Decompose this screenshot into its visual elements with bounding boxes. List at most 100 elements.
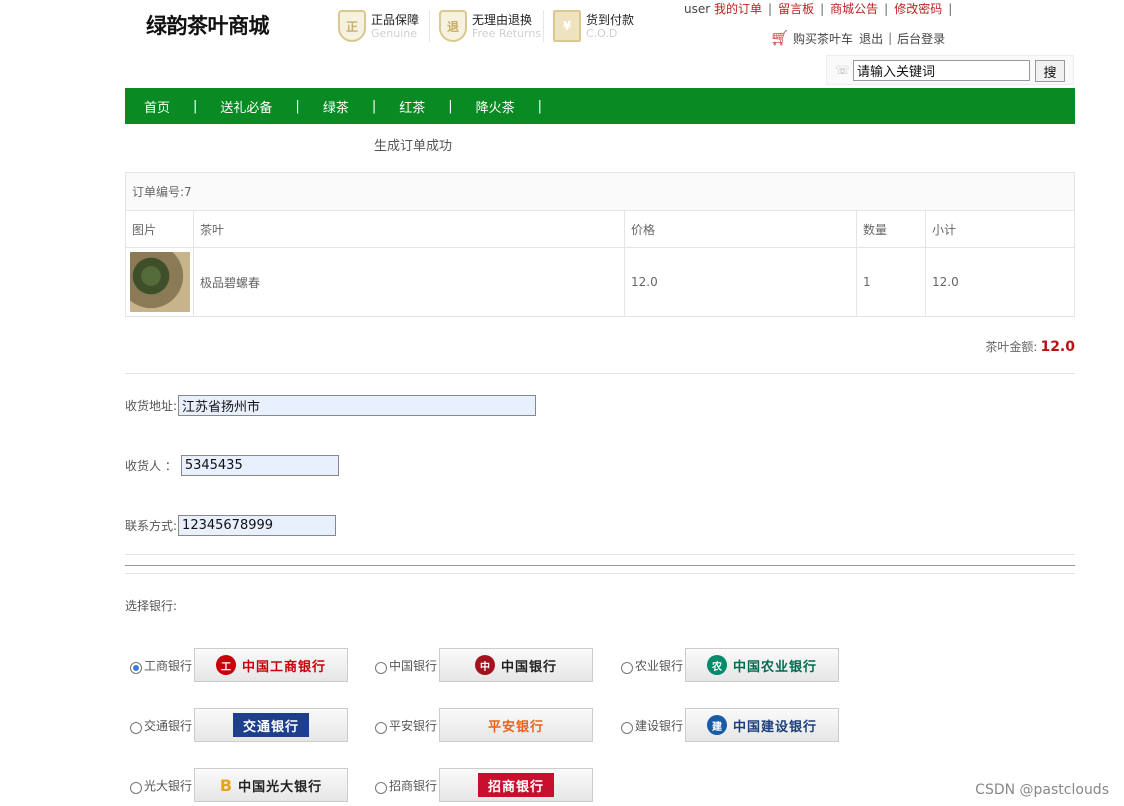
my-orders-link[interactable]: 我的订单 [714,2,762,16]
col-tea: 茶叶 [193,210,625,248]
order-total: 茶叶金额: 12.0 [985,338,1075,355]
bank-name: 中国银行 [389,658,438,673]
product-image[interactable] [130,252,190,312]
nav-green-tea[interactable]: 绿茶 [323,97,349,116]
bank-radio[interactable] [375,721,387,734]
bank-option-abc[interactable]: 农业银行 农中国农业银行 [621,648,839,682]
bank-radio[interactable] [130,721,142,734]
bank-option-pingan[interactable]: 平安银行 平安银行 [375,708,593,742]
search-input[interactable] [853,60,1030,81]
phone-row: 联系方式: [125,515,337,536]
promo-sub: Free Returns [472,26,542,40]
status-message: 生成订单成功 [374,139,453,154]
bank-option-ceb[interactable]: 光大银行 B 中国光大银行 [130,768,348,802]
product-name: 极品碧螺春 [193,247,625,317]
logout-link[interactable]: 退出 [859,30,883,47]
boc-logo[interactable]: 中中国银行 [439,648,593,682]
bank-name: 光大银行 [144,778,193,793]
username: user [684,2,711,16]
promo-sub: C.O.D [586,26,618,40]
order-id: 订单编号:7 [125,172,1075,211]
bank-radio[interactable] [375,781,387,794]
divider [125,565,1075,566]
ceb-logo[interactable]: B 中国光大银行 [194,768,348,802]
change-password-link[interactable]: 修改密码 [894,2,942,16]
pingan-logo[interactable]: 平安银行 [439,708,593,742]
ccb-logo[interactable]: 建中国建设银行 [685,708,839,742]
user-links: user 我的订单 | 留言板 | 商城公告 | 修改密码 | [684,2,953,16]
abc-icon: 农 [706,655,727,675]
bank-option-icbc[interactable]: 工商银行 工中国工商银行 [130,648,348,682]
divider [429,10,430,42]
promo-returns: 退 无理由退换 Free Returns [439,8,541,44]
admin-login-link[interactable]: 后台登录 [897,30,945,47]
announcement-link[interactable]: 商城公告 [830,2,878,16]
boc-icon: 中 [474,655,495,675]
icbc-logo[interactable]: 工中国工商银行 [194,648,348,682]
divider [125,554,1075,555]
address-label: 收货地址: [125,399,178,413]
bank-name: 建设银行 [635,718,684,733]
address-row: 收货地址: [125,395,537,416]
divider [543,10,544,42]
bank-mark-icon: B [219,775,233,795]
col-qty: 数量 [856,210,926,248]
ccb-icon: 建 [706,715,727,735]
nav-home[interactable]: 首页 [144,97,170,116]
col-image: 图片 [125,210,194,248]
bank-radio[interactable] [621,661,633,674]
cart-icon[interactable]: 🛒︎ [770,29,789,47]
site-logo[interactable]: 绿韵茶叶商城 [146,10,270,40]
abc-logo[interactable]: 农中国农业银行 [685,648,839,682]
promo-title: 无理由退换 [472,12,533,27]
bank-radio[interactable] [621,721,633,734]
bank-option-cmb[interactable]: 招商银行 招商银行 [375,768,593,802]
search-box: ☏ 搜 [826,55,1074,85]
order-table: 订单编号:7 图片 茶叶 价格 数量 小计 极品碧螺春 12.0 1 12.0 [125,172,1075,317]
nav-gifts[interactable]: 送礼必备 [220,97,272,116]
phone-label: 联系方式: [125,519,178,533]
total-value: 12.0 [1040,339,1075,355]
bank-radio[interactable] [130,661,142,674]
promo-sub: Genuine [371,26,418,40]
product-qty: 1 [856,247,926,317]
bank-name: 农业银行 [635,658,684,673]
cart-bar: 🛒︎ 购买茶叶车 退出 | 后台登录 [770,29,946,47]
bank-section-label: 选择银行: [125,599,178,613]
address-field[interactable] [178,395,537,416]
bank-option-ccb[interactable]: 建设银行 建中国建设银行 [621,708,839,742]
nav-black-tea[interactable]: 红茶 [399,97,425,116]
bank-option-boc[interactable]: 中国银行 中中国银行 [375,648,593,682]
promo-cod: ¥ 货到付款 C.O.D [553,8,634,44]
main-nav: 首页 | 送礼必备 | 绿茶 | 红茶 | 降火茶 | [125,88,1075,124]
col-price: 价格 [624,210,857,248]
search-button[interactable]: 搜 [1035,60,1065,82]
table-row: 极品碧螺春 12.0 1 12.0 [125,247,1075,317]
bank-radio[interactable] [130,781,142,794]
col-subtotal: 小计 [925,210,1075,248]
receiver-label: 收货人 ： [125,459,177,473]
bocom-logo[interactable]: 交通银行 [194,708,348,742]
total-label: 茶叶金额: [985,340,1038,354]
bank-name: 平安银行 [389,718,438,733]
promo-genuine: 正 正品保障 Genuine [338,8,419,44]
cod-icon: ¥ [553,10,581,42]
bank-option-bocom[interactable]: 交通银行 交通银行 [130,708,348,742]
receiver-field[interactable] [180,455,339,476]
bank-radio[interactable] [375,661,387,674]
phone-field[interactable] [178,515,337,536]
bank-name: 工商银行 [144,658,193,673]
bank-name: 招商银行 [389,778,438,793]
receiver-row: 收货人 ： [125,455,339,476]
return-icon: 退 [439,10,467,42]
cmb-logo[interactable]: 招商银行 [439,768,593,802]
phone-icon: ☏ [835,63,851,77]
divider [125,373,1075,374]
bank-name: 交通银行 [144,718,193,733]
product-subtotal: 12.0 [925,247,1075,317]
icbc-icon: 工 [215,655,236,675]
nav-herbal-tea[interactable]: 降火茶 [476,97,515,116]
product-price: 12.0 [624,247,857,317]
cart-link[interactable]: 购买茶叶车 [793,30,853,47]
message-board-link[interactable]: 留言板 [778,2,814,16]
